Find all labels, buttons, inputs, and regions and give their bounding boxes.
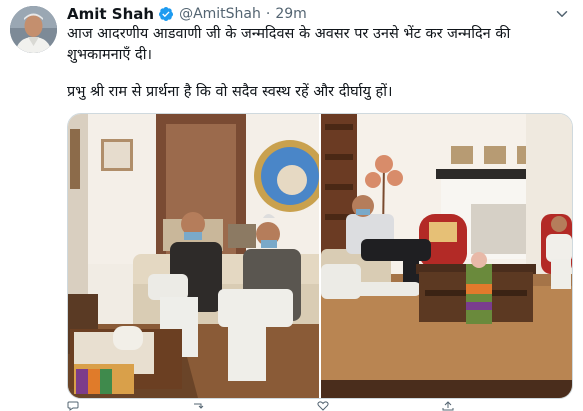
separator-dot: · bbox=[265, 6, 271, 22]
retweet-icon[interactable] bbox=[192, 401, 204, 411]
chevron-down-icon[interactable] bbox=[553, 5, 571, 23]
photo-left[interactable] bbox=[68, 114, 319, 398]
avatar-image bbox=[10, 6, 57, 53]
tweet-actions bbox=[67, 401, 567, 411]
reply-icon[interactable] bbox=[67, 401, 79, 411]
photo-right-image bbox=[321, 114, 572, 398]
author-handle[interactable]: @AmitShah bbox=[179, 6, 261, 22]
photo-left-image bbox=[68, 114, 319, 398]
tweet-paragraph-2: प्रभु श्री राम से प्रार्थना है कि वो सदै… bbox=[67, 84, 393, 100]
tweet-media[interactable] bbox=[67, 113, 573, 399]
author-name[interactable]: Amit Shah bbox=[67, 5, 154, 23]
tweet-timestamp[interactable]: 29m bbox=[275, 6, 306, 22]
photo-right[interactable] bbox=[321, 114, 572, 398]
like-icon[interactable] bbox=[317, 401, 329, 411]
tweet-text: आज आदरणीय आडवाणी जी के जन्मदिवस के अवसर … bbox=[67, 24, 567, 103]
tweet-paragraph-1: आज आदरणीय आडवाणी जी के जन्मदिवस के अवसर … bbox=[67, 26, 511, 63]
avatar[interactable] bbox=[10, 6, 57, 53]
share-icon[interactable] bbox=[442, 401, 454, 411]
verified-badge-icon bbox=[159, 7, 174, 21]
tweet[interactable]: Amit Shah @AmitShah · 29m आज आदरणीय आडवा… bbox=[0, 0, 583, 411]
tweet-header: Amit Shah @AmitShah · 29m bbox=[67, 4, 307, 24]
